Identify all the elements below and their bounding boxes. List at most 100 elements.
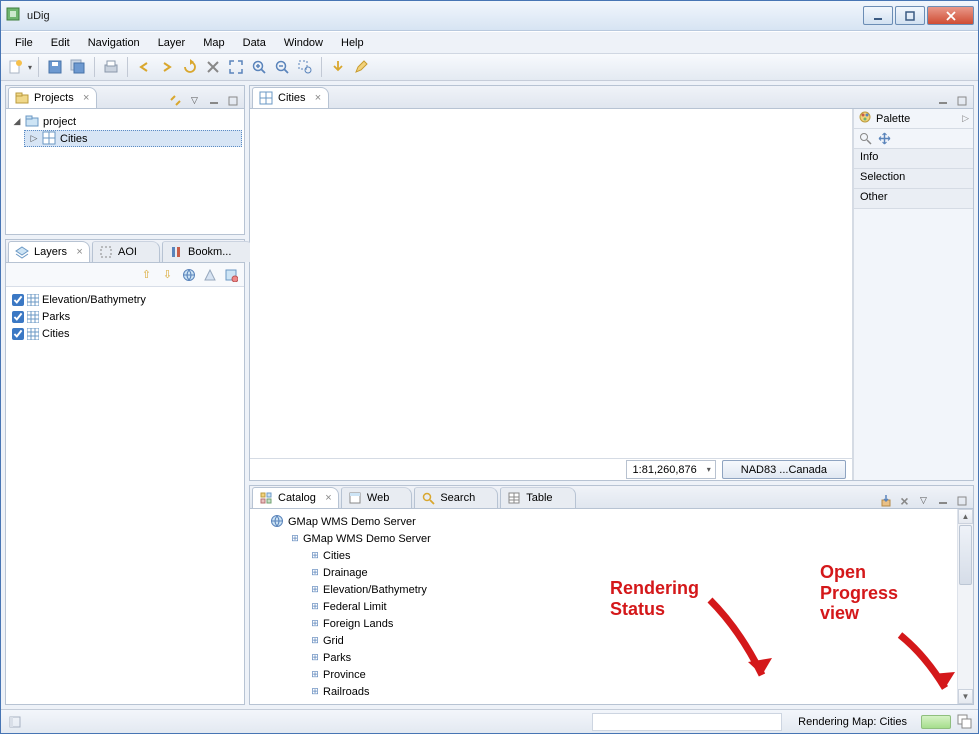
save-all-icon[interactable] [68, 57, 88, 77]
search-tab[interactable]: Search [414, 487, 498, 508]
grid-icon [27, 311, 39, 323]
web-tab[interactable]: Web [341, 487, 412, 508]
catalog-layer-row[interactable]: ⊞Province [252, 666, 957, 683]
globe-icon[interactable] [181, 267, 196, 282]
layer-checkbox[interactable] [12, 328, 24, 340]
project-map-row[interactable]: ▷ Cities [24, 130, 242, 147]
view-menu-icon[interactable]: ▽ [916, 493, 931, 508]
palette-section-info[interactable]: Info [854, 149, 973, 169]
close-icon[interactable]: × [74, 247, 85, 258]
catalog-layer-row[interactable]: ⊞Federal Limit [252, 598, 957, 615]
print-icon[interactable] [101, 57, 121, 77]
redo-icon[interactable] [157, 57, 177, 77]
cancel-icon[interactable] [203, 57, 223, 77]
catalog-layer-row[interactable]: ⊞Elevation/Bathymetry [252, 581, 957, 598]
scroll-thumb[interactable] [959, 525, 972, 585]
commit-icon[interactable] [328, 57, 348, 77]
close-button[interactable] [927, 6, 974, 25]
minimize-button[interactable] [863, 6, 893, 25]
save-icon[interactable] [45, 57, 65, 77]
scale-combo[interactable]: 1:81,260,876 [626, 460, 716, 479]
projects-view: Projects × ▽ ◢ project [5, 85, 245, 235]
zoom-out-icon[interactable] [272, 57, 292, 77]
menu-edit[interactable]: Edit [43, 34, 78, 52]
maximize-icon[interactable] [954, 93, 969, 108]
crs-button[interactable]: NAD83 ...Canada [722, 460, 846, 479]
catalog-layer-row[interactable]: ⊞Grid [252, 632, 957, 649]
catalog-layer-row[interactable]: ⊞Foreign Lands [252, 615, 957, 632]
search-icon[interactable] [858, 131, 873, 146]
new-icon[interactable] [5, 57, 25, 77]
minimize-icon[interactable] [935, 493, 950, 508]
close-icon[interactable]: × [323, 493, 334, 504]
catalog-layer-row[interactable]: ⊞Drainage [252, 564, 957, 581]
aoi-tab-label: AOI [118, 246, 137, 258]
map-canvas[interactable]: 1:81,260,876 NAD83 ...Canada [250, 109, 853, 480]
status-input[interactable] [592, 713, 782, 731]
view-menu-icon[interactable]: ▽ [187, 93, 202, 108]
minimize-icon[interactable] [206, 93, 221, 108]
fastview-icon[interactable] [7, 714, 22, 729]
down-icon[interactable]: ⇩ [160, 267, 175, 282]
maximize-icon[interactable] [225, 93, 240, 108]
zoom-in-icon[interactable] [249, 57, 269, 77]
palette-section-selection[interactable]: Selection [854, 169, 973, 189]
menu-navigation[interactable]: Navigation [80, 34, 148, 52]
scroll-down-icon[interactable]: ▼ [958, 689, 973, 704]
catalog-layer-label: Cities [323, 550, 351, 562]
up-icon[interactable]: ⇧ [139, 267, 154, 282]
menu-layer[interactable]: Layer [150, 34, 194, 52]
maximize-button[interactable] [895, 6, 925, 25]
catalog-group-row[interactable]: ⊞GMap WMS Demo Server [252, 530, 957, 547]
layer-row[interactable]: Parks [8, 308, 242, 325]
project-root-row[interactable]: ◢ project [8, 113, 242, 130]
catalog-server-row[interactable]: GMap WMS Demo Server [252, 513, 957, 530]
zoom-extent-icon[interactable] [226, 57, 246, 77]
layers-tab[interactable]: Layers × [8, 241, 90, 262]
layer-checkbox[interactable] [12, 311, 24, 323]
minimize-icon[interactable] [935, 93, 950, 108]
style-icon[interactable] [202, 267, 217, 282]
close-icon[interactable]: × [81, 93, 92, 104]
bookmarks-tab[interactable]: Bookm... [162, 241, 254, 262]
pan-icon[interactable] [877, 131, 892, 146]
layer-checkbox[interactable] [12, 294, 24, 306]
menu-map[interactable]: Map [195, 34, 232, 52]
menu-data[interactable]: Data [235, 34, 274, 52]
maximize-icon[interactable] [954, 493, 969, 508]
map-tab[interactable]: Cities × [252, 87, 329, 108]
menu-window[interactable]: Window [276, 34, 331, 52]
menu-help[interactable]: Help [333, 34, 372, 52]
collapse-icon[interactable]: ▷ [962, 113, 969, 124]
projects-tab-label: Projects [34, 92, 74, 104]
layer-row[interactable]: Elevation/Bathymetry [8, 291, 242, 308]
menu-file[interactable]: File [7, 34, 41, 52]
layer-row[interactable]: Cities [8, 325, 242, 342]
remove-icon[interactable]: × [897, 493, 912, 508]
grid-icon [27, 328, 39, 340]
catalog-tab[interactable]: Catalog × [252, 487, 339, 508]
progress-view-icon[interactable] [957, 714, 972, 729]
palette-section-other[interactable]: Other [854, 189, 973, 209]
undo-icon[interactable] [134, 57, 154, 77]
link-icon[interactable] [168, 93, 183, 108]
scrollbar[interactable]: ▲ ▼ [957, 509, 973, 704]
app-icon [5, 6, 21, 25]
main-window: uDig File Edit Navigation Layer Map Data… [0, 0, 979, 734]
catalog-layer-row[interactable]: ⊞Railroads [252, 683, 957, 700]
scroll-up-icon[interactable]: ▲ [958, 509, 973, 524]
catalog-layer-row[interactable]: ⊞Cities [252, 547, 957, 564]
projects-tab[interactable]: Projects × [8, 87, 97, 108]
aoi-tab[interactable]: AOI [92, 241, 160, 262]
filter-icon[interactable] [223, 267, 238, 282]
close-icon[interactable]: × [313, 93, 324, 104]
project-icon [25, 114, 40, 129]
catalog-layer-row[interactable]: ⊞Parks [252, 649, 957, 666]
table-tab[interactable]: Table [500, 487, 575, 508]
refresh-icon[interactable] [180, 57, 200, 77]
window-title: uDig [27, 10, 50, 22]
edit-icon[interactable] [351, 57, 371, 77]
import-icon[interactable] [878, 493, 893, 508]
zoom-selection-icon[interactable] [295, 57, 315, 77]
catalog-layer-label: Federal Limit [323, 601, 387, 613]
